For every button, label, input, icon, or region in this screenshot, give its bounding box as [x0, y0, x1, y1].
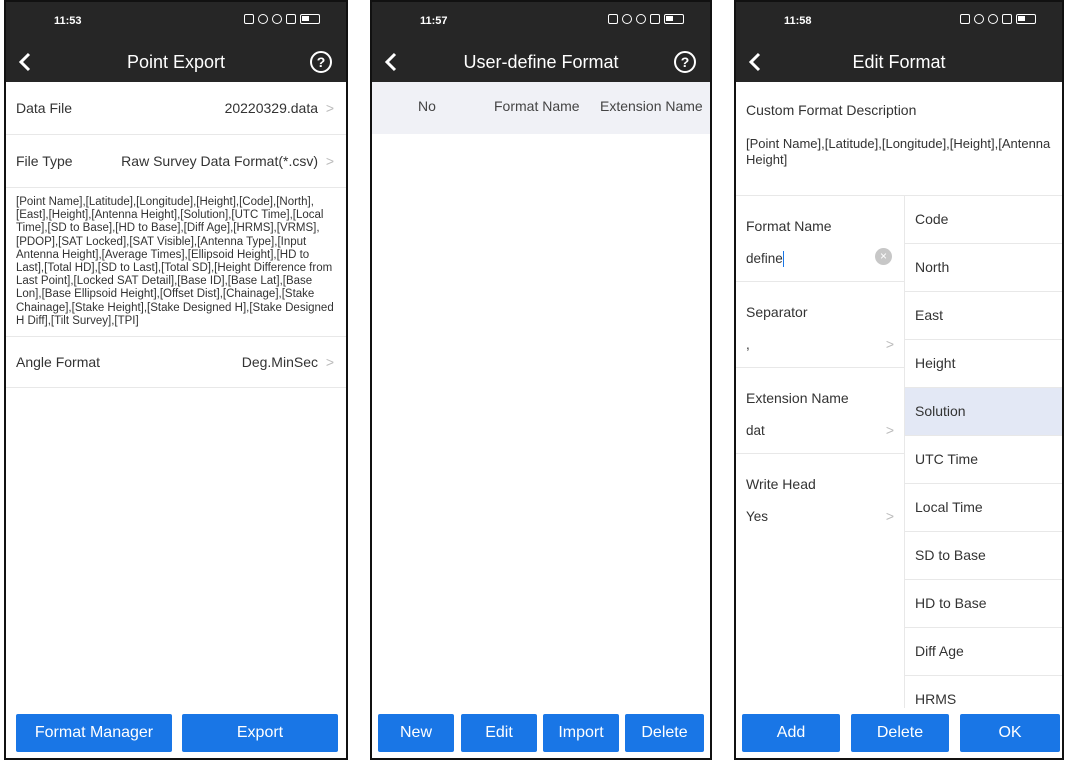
edit-button[interactable]: Edit: [461, 714, 537, 752]
nfc-icon: [960, 14, 970, 24]
angle-format-value: Deg.MinSec: [241, 354, 318, 371]
nfc-icon: [244, 14, 254, 24]
data-file-row[interactable]: Data File 20220329.data >: [6, 82, 346, 135]
signal-icon: [1002, 14, 1012, 24]
field-item-local-time[interactable]: Local Time: [905, 484, 1062, 532]
file-type-value: Raw Survey Data Format(*.csv): [121, 153, 318, 169]
file-type-label: File Type: [16, 153, 73, 169]
user-define-format-screen: 11:57 User-define Format ? No Format Nam…: [370, 0, 712, 760]
point-export-screen: 11:53 Point Export ? Data File 20220329.…: [4, 0, 348, 760]
description-value: [Point Name],[Latitude],[Longitude],[Hei…: [746, 136, 1051, 167]
format-name-field: Format Name define ×: [736, 196, 904, 282]
battery-icon: [1016, 14, 1036, 24]
new-button[interactable]: New: [378, 714, 454, 752]
field-item-diff-age[interactable]: Diff Age: [905, 628, 1062, 676]
signal-icon: [286, 14, 296, 24]
alarm-icon: [622, 14, 632, 24]
title-bar: Edit Format: [736, 44, 1062, 82]
bottom-button-bar: Add Delete OK: [736, 708, 1062, 758]
edit-format-screen: 11:58 Edit Format Custom Format Descript…: [734, 0, 1064, 760]
page-title: Point Export: [126, 52, 226, 72]
write-head-field[interactable]: Write Head Yes >: [736, 454, 904, 539]
extension-name-label: Extension Name: [746, 390, 849, 406]
format-list: [372, 134, 710, 708]
import-button[interactable]: Import: [543, 714, 619, 752]
field-list-text: [Point Name],[Latitude],[Longitude],[Hei…: [6, 188, 346, 338]
data-file-label: Data File: [16, 100, 73, 116]
battery-icon: [300, 14, 320, 24]
table-header: No Format Name Extension Name: [372, 82, 710, 134]
export-button[interactable]: Export: [182, 714, 338, 752]
field-item-solution[interactable]: Solution: [905, 388, 1062, 436]
column-format-name: Format Name: [494, 98, 580, 114]
field-item-utc-time[interactable]: UTC Time: [905, 436, 1062, 484]
angle-format-label: Angle Format: [16, 354, 101, 371]
help-icon[interactable]: ?: [310, 51, 332, 73]
delete-button[interactable]: Delete: [625, 714, 704, 752]
chevron-right-icon: >: [325, 100, 334, 116]
help-icon[interactable]: ?: [674, 51, 696, 73]
format-name-label: Format Name: [746, 218, 832, 234]
clear-icon[interactable]: ×: [875, 248, 892, 265]
column-extension-name: Extension Name: [600, 98, 703, 114]
text-cursor: [782, 251, 785, 268]
status-icons: [960, 14, 1036, 24]
title-bar: User-define Format ?: [372, 44, 710, 82]
extension-name-value: dat: [746, 423, 765, 438]
nfc-icon: [608, 14, 618, 24]
battery-icon: [664, 14, 684, 24]
separator-field[interactable]: Separator , >: [736, 282, 904, 368]
location-icon: [988, 14, 998, 24]
settings-column: Format Name define × Separator , > Exten…: [736, 196, 904, 539]
format-name-value: define: [746, 251, 783, 266]
status-bar: 11:53: [6, 2, 346, 44]
signal-icon: [650, 14, 660, 24]
field-item-east[interactable]: East: [905, 292, 1062, 340]
status-time: 11:53: [54, 15, 82, 27]
status-bar: 11:57: [372, 2, 710, 44]
page-title: User-define Format: [463, 52, 619, 72]
column-no: No: [418, 98, 436, 114]
format-manager-button[interactable]: Format Manager: [16, 714, 172, 752]
alarm-icon: [258, 14, 268, 24]
title-bar: Point Export ?: [6, 44, 346, 82]
field-item-hd-to-base[interactable]: HD to Base: [905, 580, 1062, 628]
status-icons: [244, 14, 320, 24]
description-label: Custom Format Description: [746, 102, 917, 118]
data-file-value: 20220329.data: [224, 100, 318, 116]
chevron-right-icon: >: [325, 354, 334, 371]
chevron-right-icon: >: [885, 336, 894, 352]
field-item-sd-to-base[interactable]: SD to Base: [905, 532, 1062, 580]
status-icons: [608, 14, 684, 24]
chevron-right-icon: >: [885, 508, 894, 524]
separator-value: ,: [746, 337, 750, 352]
delete-button[interactable]: Delete: [851, 714, 949, 752]
separator-label: Separator: [746, 304, 808, 320]
write-head-label: Write Head: [746, 476, 816, 492]
write-head-value: Yes: [746, 509, 769, 524]
location-icon: [272, 14, 282, 24]
bottom-button-bar: Format Manager Export: [6, 708, 346, 758]
field-item-north[interactable]: North: [905, 244, 1062, 292]
status-time: 11:58: [784, 15, 812, 27]
field-item-code[interactable]: Code: [905, 196, 1062, 244]
file-type-row[interactable]: File Type Raw Survey Data Format(*.csv) …: [6, 135, 346, 188]
chevron-right-icon: >: [325, 153, 334, 169]
field-options-list: Code North East Height Solution UTC Time…: [904, 196, 1062, 724]
extension-name-field[interactable]: Extension Name dat >: [736, 368, 904, 454]
location-icon: [636, 14, 646, 24]
angle-format-row[interactable]: Angle Format Deg.MinSec >: [6, 337, 346, 389]
bottom-button-bar: New Edit Import Delete: [372, 708, 710, 758]
field-item-height[interactable]: Height: [905, 340, 1062, 388]
status-time: 11:57: [420, 15, 448, 27]
status-bar: 11:58: [736, 2, 1062, 44]
add-button[interactable]: Add: [742, 714, 840, 752]
format-name-input[interactable]: define: [746, 251, 785, 268]
page-title: Edit Format: [852, 52, 946, 72]
chevron-right-icon: >: [885, 422, 894, 438]
ok-button[interactable]: OK: [960, 714, 1060, 752]
alarm-icon: [974, 14, 984, 24]
format-description: Custom Format Description [Point Name],[…: [736, 82, 1062, 196]
